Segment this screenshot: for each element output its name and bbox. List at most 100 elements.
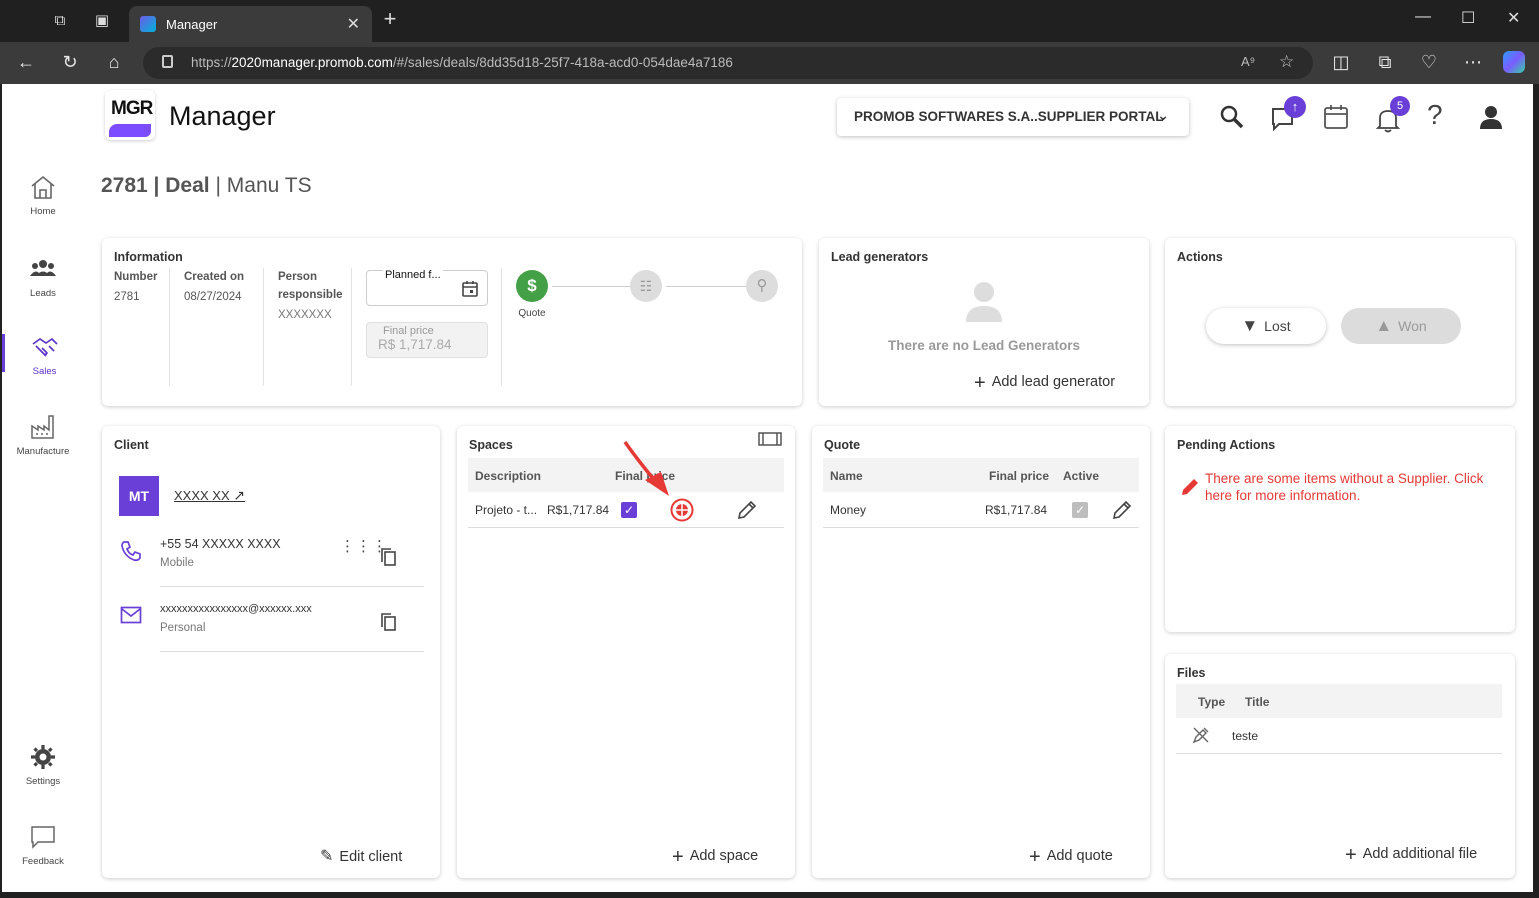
- thumbs-up-icon: ▲: [1375, 316, 1393, 335]
- column-header: Active: [1063, 469, 1100, 483]
- divider: [169, 268, 170, 386]
- sidebar-item-settings[interactable]: Settings: [2, 744, 84, 787]
- more-options-icon[interactable]: ⋯: [1462, 52, 1484, 73]
- logo-text: MGR: [111, 98, 153, 119]
- files-heading: Files: [1177, 666, 1206, 680]
- gear-icon: [31, 745, 55, 769]
- won-button[interactable]: ▲ Won: [1341, 308, 1461, 344]
- help-icon[interactable]: ?: [1427, 99, 1443, 131]
- handshake-icon: [32, 337, 58, 357]
- copilot-icon[interactable]: [1503, 51, 1525, 73]
- actions-heading: Actions: [1177, 250, 1223, 264]
- favorite-star-icon[interactable]: ☆: [1279, 52, 1294, 72]
- edit-space-pencil-icon[interactable]: [735, 498, 759, 522]
- add-quote-button[interactable]: + Add quote: [1029, 846, 1113, 869]
- information-heading: Information: [114, 250, 183, 264]
- back-icon[interactable]: ←: [15, 52, 37, 73]
- browser-tab-manager[interactable]: Manager ✕: [129, 6, 372, 42]
- sidebar-item-label: Leads: [30, 288, 56, 299]
- split-screen-icon[interactable]: ◫: [1330, 52, 1352, 73]
- order-step-clipboard-icon[interactable]: ☷: [630, 270, 662, 302]
- sidebar-item-manufacture[interactable]: Manufacture: [2, 414, 84, 457]
- app-logo[interactable]: MGR: [105, 90, 155, 140]
- calendar-picker-icon[interactable]: [461, 280, 479, 298]
- browser-essentials-icon[interactable]: ♡: [1418, 52, 1440, 73]
- sidebar: Home Leads Sales Manufacture Settings Fe…: [2, 84, 84, 892]
- search-icon[interactable]: [1217, 102, 1247, 132]
- client-heading: Client: [114, 438, 149, 452]
- home-browser-icon[interactable]: ⌂: [103, 52, 125, 73]
- divider: [160, 651, 424, 652]
- divider: [351, 268, 352, 386]
- sidebar-item-home[interactable]: Home: [2, 174, 84, 217]
- title-separator: |: [215, 174, 221, 197]
- deal-client-name: Manu TS: [226, 174, 312, 197]
- address-bar[interactable]: https://2020manager.promob.com/#/sales/d…: [143, 47, 1313, 79]
- new-tab-icon[interactable]: +: [381, 8, 399, 30]
- read-aloud-icon[interactable]: A⁹: [1241, 54, 1255, 69]
- column-header: Name: [830, 469, 863, 483]
- notifications-button[interactable]: 5: [1374, 96, 1410, 133]
- quote-active-checkbox[interactable]: ✓: [1072, 502, 1088, 518]
- collections-icon[interactable]: ⧉: [1374, 52, 1396, 73]
- edit-client-label: Edit client: [339, 849, 403, 865]
- chat-bubble-icon: [31, 826, 55, 849]
- upload-chat-button[interactable]: ↑: [1270, 96, 1306, 132]
- add-space-button[interactable]: + Add space: [672, 846, 758, 869]
- home-icon: [31, 175, 55, 199]
- sidebar-item-leads[interactable]: Leads: [2, 256, 84, 299]
- divider: [263, 268, 264, 386]
- client-name-link[interactable]: XXXX XX ↗: [174, 487, 245, 504]
- page-title: 2781 | Deal | Manu TS: [101, 174, 312, 198]
- column-header: Title: [1245, 695, 1270, 709]
- edit-quote-pencil-icon[interactable]: [1110, 498, 1134, 522]
- add-additional-file-button[interactable]: + Add additional file: [1345, 844, 1477, 867]
- plus-icon: +: [1345, 844, 1357, 866]
- tab-title: Manager: [166, 17, 218, 32]
- planned-date-field[interactable]: Planned f...: [366, 269, 488, 306]
- minimize-icon[interactable]: —: [1415, 8, 1431, 26]
- url-text: https://2020manager.promob.com/#/sales/d…: [191, 55, 733, 70]
- tab-favicon-icon: [140, 16, 156, 32]
- logo-swoosh: [109, 124, 151, 137]
- final-price-value: R$ 1,717.84: [378, 337, 452, 352]
- organization-selector[interactable]: PROMOB SOFTWARES S.A..SUPPLIER PORTAL ⌄: [837, 98, 1189, 136]
- client-phone: +55 54 XXXXX XXXX: [160, 537, 281, 551]
- won-label: Won: [1398, 318, 1427, 334]
- red-arrow-annotation: [623, 440, 669, 496]
- person-responsible-value: XXXXXXX: [278, 309, 332, 321]
- pending-action-message[interactable]: There are some items without a Supplier.…: [1205, 470, 1501, 504]
- table-row[interactable]: teste: [1176, 718, 1502, 754]
- information-card: Information Number 2781 Created on 08/27…: [102, 238, 802, 406]
- factory-icon: [31, 415, 54, 439]
- sidebar-item-feedback[interactable]: Feedback: [2, 824, 84, 867]
- pending-actions-card: Pending Actions There are some items wit…: [1165, 426, 1515, 632]
- refresh-icon[interactable]: ↻: [59, 52, 81, 73]
- close-tab-icon[interactable]: ✕: [347, 14, 360, 34]
- workspaces-icon[interactable]: ⧉: [51, 12, 69, 30]
- tab-actions-icon[interactable]: ▣: [93, 12, 111, 30]
- close-window-icon[interactable]: ✕: [1507, 8, 1520, 28]
- column-header: Description: [475, 469, 542, 483]
- user-account-icon[interactable]: [1476, 102, 1506, 132]
- copy-icon[interactable]: [380, 548, 396, 566]
- lost-button[interactable]: ▼ Lost: [1206, 308, 1326, 344]
- columns-toggle-icon[interactable]: [758, 430, 782, 448]
- purchase-step-cart-icon[interactable]: ⚲: [746, 270, 778, 302]
- people-icon: [30, 260, 56, 276]
- table-row[interactable]: Money R$1,717.84 ✓: [823, 492, 1139, 528]
- sidebar-item-sales[interactable]: Sales: [2, 334, 84, 377]
- quote-step-dollar-icon[interactable]: $: [516, 270, 548, 302]
- maximize-icon[interactable]: ☐: [1461, 8, 1475, 28]
- divider: [160, 586, 424, 587]
- copy-icon[interactable]: [380, 613, 396, 631]
- client-email-type: Personal: [160, 622, 206, 634]
- edit-client-button[interactable]: ✎ Edit client: [320, 846, 402, 866]
- calendar-icon[interactable]: [1321, 102, 1351, 132]
- pencil-warning-icon: [1182, 479, 1198, 495]
- quote-name: Money: [830, 503, 867, 517]
- add-lead-generator-label: Add lead generator: [991, 374, 1116, 390]
- app-name: Manager: [169, 101, 276, 131]
- lost-label: Lost: [1264, 318, 1291, 334]
- add-lead-generator-button[interactable]: + Add lead generator: [974, 372, 1115, 395]
